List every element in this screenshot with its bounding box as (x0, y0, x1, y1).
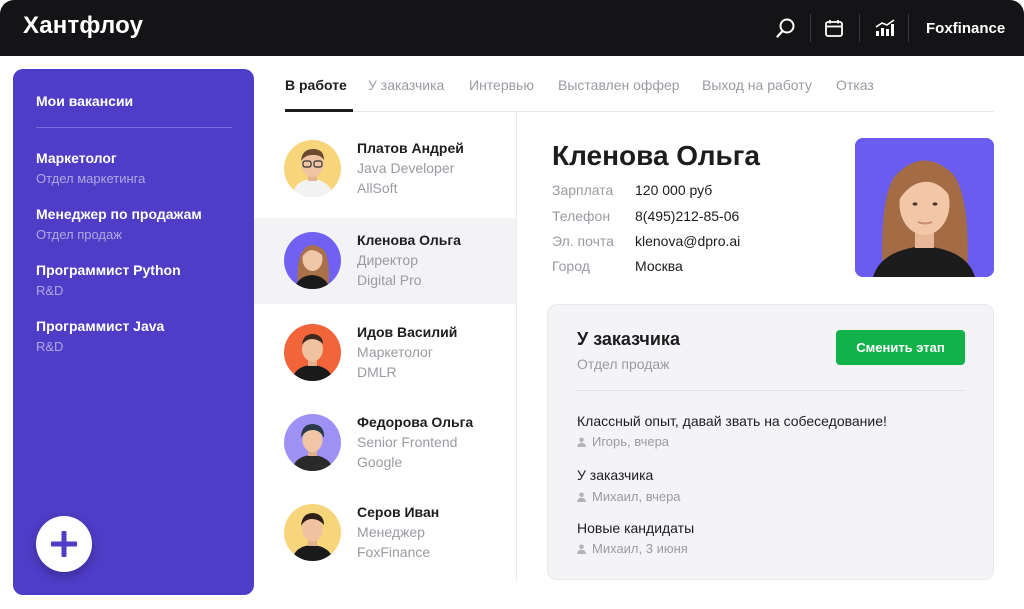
candidate-org: DMLR (357, 364, 397, 380)
candidate-name: Федорова Ольга (357, 414, 474, 430)
candidate-name: Идов Василий (357, 324, 458, 340)
candidate-item[interactable]: Федорова Ольга Senior Frontend Google (254, 400, 516, 486)
candidate-org: FoxFinance (357, 544, 431, 560)
sidebar-item-java-dev[interactable]: Программист Java R&D (36, 317, 236, 356)
field-label-salary: Зарплата (552, 182, 614, 198)
history-entry-meta: Михаил, 3 июня (577, 541, 688, 556)
avatar (284, 140, 341, 197)
calendar-icon[interactable] (822, 16, 846, 40)
candidate-item[interactable]: Идов Василий Маркетолог DMLR (254, 310, 516, 396)
candidate-role: Директор (357, 252, 418, 268)
field-value-email[interactable]: klenova@dpro.ai (635, 233, 740, 249)
candidate-org: AllSoft (357, 180, 398, 196)
field-value-city[interactable]: Москва (635, 258, 683, 274)
topbar-divider (859, 14, 860, 42)
user-icon (577, 492, 586, 502)
history-entry-author: Михаил, 3 июня (592, 541, 688, 556)
candidate-photo (855, 138, 994, 277)
company-name[interactable]: Foxfinance (926, 20, 1005, 37)
tab-onboarding[interactable]: Выход на работу (702, 77, 812, 93)
tab-in-progress[interactable]: В работе (285, 77, 347, 93)
sidebar-item-subtitle: Отдел маркетинга (36, 171, 146, 186)
avatar (284, 504, 341, 561)
candidate-item[interactable]: Серов Иван Менеджер FoxFinance (254, 490, 516, 576)
history-entry-text: Классный опыт, давай звать на собеседова… (577, 413, 887, 429)
sidebar-item-title: Менеджер по продажам (36, 206, 202, 222)
search-icon[interactable] (774, 16, 798, 40)
card-divider (577, 390, 965, 391)
sidebar-title[interactable]: Мои вакансии (36, 93, 133, 109)
topbar-divider (908, 14, 909, 42)
field-label-city: Город (552, 258, 590, 274)
tab-rejected[interactable]: Отказ (836, 77, 874, 93)
candidate-name: Серов Иван (357, 504, 440, 520)
change-stage-button[interactable]: Сменить этап (836, 330, 965, 365)
sidebar-item-python-dev[interactable]: Программист Python R&D (36, 261, 236, 300)
tab-at-client[interactable]: У заказчика (368, 77, 444, 93)
sidebar-item-marketer[interactable]: Маркетолог Отдел маркетинга (36, 149, 236, 188)
sidebar-item-subtitle: R&D (36, 283, 64, 298)
candidate-role: Маркетолог (357, 344, 433, 360)
history-entry-author: Михаил, вчера (592, 489, 681, 504)
top-bar: Хантфлоу Foxfinance (0, 0, 1024, 56)
chart-icon[interactable] (873, 16, 897, 40)
candidate-role: Senior Frontend (357, 434, 458, 450)
sidebar-item-sales-manager[interactable]: Менеджер по продажам Отдел продаж (36, 205, 236, 244)
candidate-org: Digital Pro (357, 272, 422, 288)
stage-title: У заказчика (577, 329, 680, 349)
candidate-role: Менеджер (357, 524, 425, 540)
history-entry-text: У заказчика (577, 467, 654, 483)
history-entry-author: Игорь, вчера (592, 434, 670, 449)
candidate-item[interactable]: Платов Андрей Java Developer AllSoft (254, 112, 516, 198)
candidate-detail-name: Кленова Ольга (552, 140, 760, 171)
sidebar-item-title: Программист Python (36, 262, 181, 278)
candidate-org: Google (357, 454, 403, 470)
stage-card: У заказчика Отдел продаж Сменить этап Кл… (547, 304, 994, 580)
user-icon (577, 544, 586, 554)
candidate-role: Java Developer (357, 160, 455, 176)
field-value-salary[interactable]: 120 000 руб (635, 182, 712, 198)
field-value-phone[interactable]: 8(495)212-85-06 (635, 208, 739, 224)
avatar (284, 232, 341, 289)
history-entry-text: Новые кандидаты (577, 520, 695, 536)
avatar (284, 414, 341, 471)
sidebar-divider (36, 127, 232, 128)
app-logo[interactable]: Хантфлоу (23, 12, 143, 40)
sidebar-item-subtitle: Отдел продаж (36, 227, 122, 242)
user-icon (577, 437, 586, 447)
candidate-name: Кленова Ольга (357, 232, 461, 248)
candidate-list: Платов Андрей Java Developer AllSoft Кле… (254, 112, 517, 582)
sidebar-item-title: Маркетолог (36, 150, 117, 166)
history-entry-meta: Михаил, вчера (577, 489, 681, 504)
avatar (284, 324, 341, 381)
history-entry-meta: Игорь, вчера (577, 434, 669, 449)
sidebar-item-subtitle: R&D (36, 339, 64, 354)
stage-subtitle: Отдел продаж (577, 356, 670, 372)
field-label-email: Эл. почта (552, 233, 614, 249)
plus-icon (51, 531, 77, 557)
tab-offer[interactable]: Выставлен оффер (558, 77, 680, 93)
field-label-phone: Телефон (552, 208, 611, 224)
stage-tabs: В работе У заказчика Интервью Выставлен … (285, 68, 994, 112)
tab-interview[interactable]: Интервью (469, 77, 534, 93)
vacancies-sidebar: Мои вакансии Маркетолог Отдел маркетинга… (13, 69, 254, 595)
topbar-divider (810, 14, 811, 42)
add-vacancy-button[interactable] (36, 516, 92, 572)
candidate-item-selected[interactable]: Кленова Ольга Директор Digital Pro (254, 218, 516, 304)
candidate-name: Платов Андрей (357, 140, 464, 156)
sidebar-item-title: Программист Java (36, 318, 165, 334)
